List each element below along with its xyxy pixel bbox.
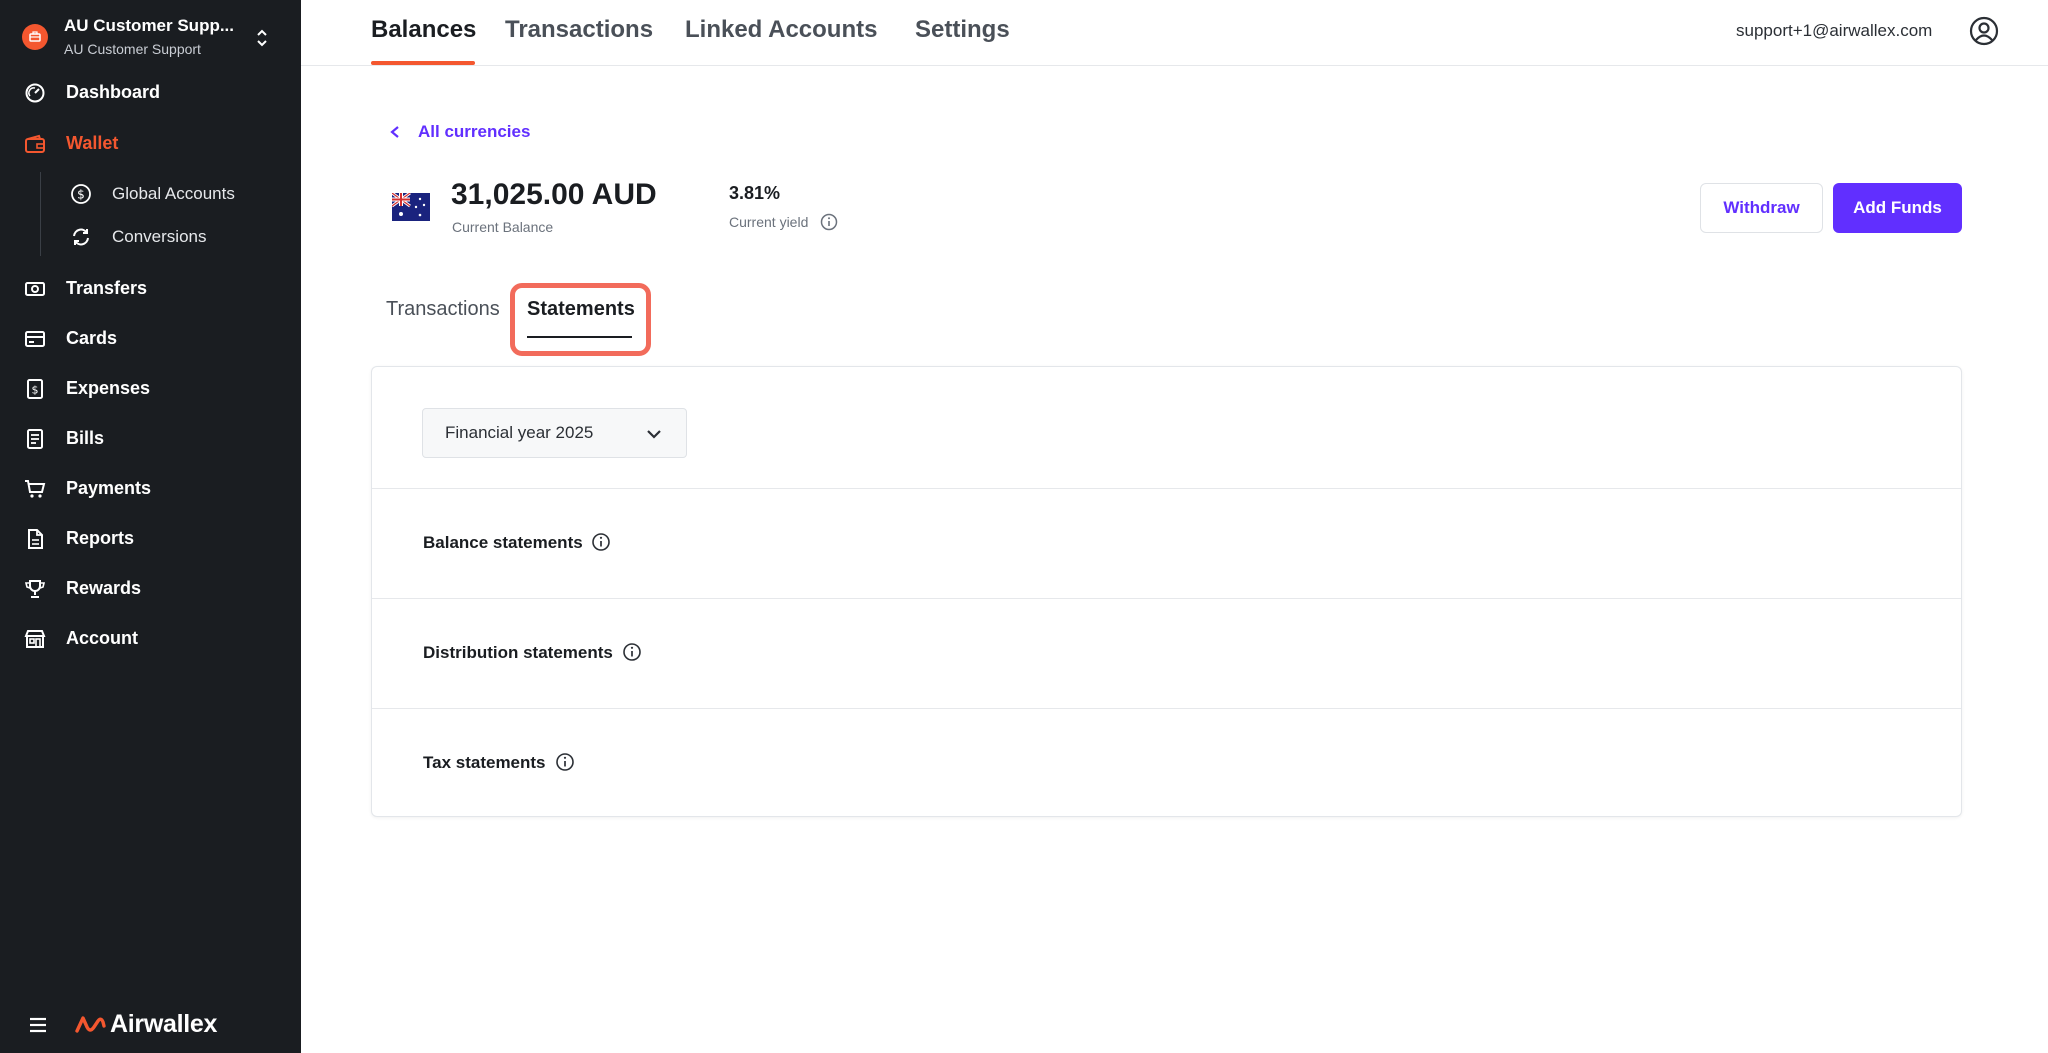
sidebar-item-label: Account (66, 627, 138, 648)
sidebar-subitem-conversions[interactable]: Conversions (70, 219, 207, 255)
statements-card: Financial year 2025 Balance statements D… (371, 366, 1962, 817)
switch-org-chevron-icon[interactable] (254, 26, 270, 50)
back-to-all-currencies[interactable]: All currencies (388, 122, 530, 142)
subtab-statements[interactable]: Statements (527, 298, 635, 321)
sidebar-item-payments[interactable]: Payments (0, 468, 301, 508)
statement-row-balance[interactable]: Balance statements (372, 488, 1961, 598)
info-icon[interactable] (591, 532, 611, 552)
store-icon (24, 628, 46, 650)
sidebar-item-wallet[interactable]: Wallet (0, 123, 301, 163)
cash-icon (24, 278, 46, 300)
sidebar-item-expenses[interactable]: $ Expenses (0, 368, 301, 408)
sidebar-item-label: Rewards (66, 577, 142, 598)
hamburger-menu-icon[interactable] (28, 1016, 48, 1034)
org-name: AU Customer Supp... (64, 16, 235, 35)
chevron-down-icon (647, 430, 661, 439)
top-navigation: Balances Transactions Linked Accounts Se… (301, 0, 2048, 66)
receipt-dollar-icon: $ (24, 378, 46, 400)
org-badge-icon (22, 24, 48, 50)
sidebar-item-label: Dashboard (66, 81, 161, 102)
sidebar: AU Customer Supp... AU Customer Support … (0, 0, 301, 1053)
statement-row-label: Balance statements (423, 533, 583, 552)
airwallex-logo: Airwallex (74, 1010, 217, 1039)
tab-balances[interactable]: Balances (371, 16, 476, 44)
sidebar-item-label: Expenses (66, 377, 151, 398)
dashboard-gauge-icon (24, 82, 46, 104)
sidebar-item-label: Transfers (66, 277, 148, 298)
user-profile-icon[interactable] (1969, 16, 1999, 46)
sidebar-item-label: Payments (66, 477, 152, 498)
current-balance-label: Current Balance (452, 219, 554, 235)
sidebar-item-account[interactable]: Account (0, 618, 301, 658)
statement-row-tax[interactable]: Tax statements (372, 708, 1961, 818)
card-icon (24, 328, 46, 350)
back-link-label: All currencies (418, 122, 531, 141)
info-icon[interactable] (555, 752, 575, 772)
financial-year-value: Financial year 2025 (445, 423, 594, 442)
add-funds-button[interactable]: Add Funds (1833, 183, 1962, 233)
dollar-circle-icon: $ (70, 183, 92, 205)
withdraw-button[interactable]: Withdraw (1700, 183, 1823, 233)
sidebar-item-reports[interactable]: Reports (0, 518, 301, 558)
sidebar-subitem-label: Global Accounts (112, 184, 235, 203)
sidebar-subitem-global-accounts[interactable]: $ Global Accounts (70, 176, 235, 212)
tab-transactions[interactable]: Transactions (505, 16, 653, 44)
sidebar-item-dashboard[interactable]: Dashboard (0, 72, 301, 112)
sidebar-item-transfers[interactable]: Transfers (0, 268, 301, 308)
statement-row-distribution[interactable]: Distribution statements (372, 598, 1961, 708)
current-yield-label-row: Current yield (729, 213, 838, 231)
document-icon (24, 528, 46, 550)
current-yield-label: Current yield (729, 214, 809, 230)
active-tab-indicator (371, 61, 475, 65)
org-switcher[interactable]: AU Customer Supp... AU Customer Support (22, 14, 282, 62)
refresh-icon (70, 226, 92, 248)
cart-icon (24, 478, 46, 500)
current-balance-amount: 31,025.00 AUD (451, 178, 657, 211)
bill-icon (24, 428, 46, 450)
chevron-left-icon (390, 126, 399, 138)
current-yield-value: 3.81% (729, 183, 781, 203)
sidebar-item-label: Wallet (66, 132, 119, 153)
australia-flag-icon (392, 193, 430, 221)
brand-name: Airwallex (110, 1010, 218, 1038)
org-subtitle: AU Customer Support (64, 41, 201, 57)
wallet-icon (24, 133, 46, 155)
statement-row-label: Tax statements (423, 753, 546, 772)
trophy-icon (24, 578, 46, 600)
submenu-divider (40, 172, 41, 256)
info-icon[interactable] (820, 213, 838, 231)
financial-year-select[interactable]: Financial year 2025 (422, 408, 687, 458)
tab-settings[interactable]: Settings (915, 16, 1010, 44)
svg-text:$: $ (77, 188, 85, 202)
active-subtab-indicator (527, 336, 632, 338)
sidebar-item-bills[interactable]: Bills (0, 418, 301, 458)
sidebar-item-rewards[interactable]: Rewards (0, 568, 301, 608)
sidebar-item-label: Reports (66, 527, 135, 548)
sidebar-subitem-label: Conversions (112, 227, 207, 246)
user-email[interactable]: support+1@airwallex.com (1736, 21, 1932, 41)
tab-linked-accounts[interactable]: Linked Accounts (685, 16, 877, 44)
subtab-transactions[interactable]: Transactions (386, 298, 500, 321)
airwallex-logo-icon (75, 1015, 106, 1033)
svg-text:$: $ (32, 384, 39, 397)
statement-row-label: Distribution statements (423, 643, 613, 662)
sidebar-item-label: Bills (66, 427, 105, 448)
info-icon[interactable] (622, 642, 642, 662)
sidebar-item-cards[interactable]: Cards (0, 318, 301, 358)
sidebar-item-label: Cards (66, 327, 118, 348)
